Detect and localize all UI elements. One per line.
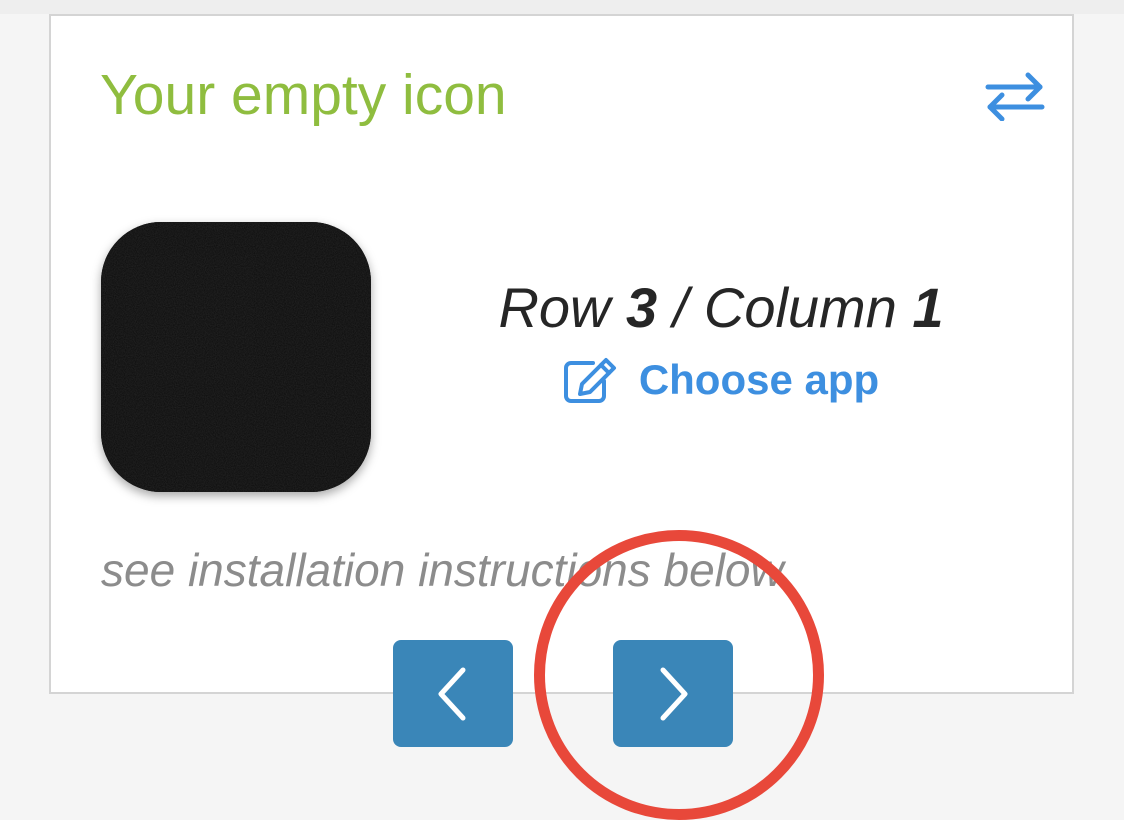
swap-arrows-icon <box>985 72 1045 121</box>
row-label: Row <box>498 276 611 339</box>
empty-icon-preview <box>101 222 371 492</box>
column-label: Column <box>703 276 897 339</box>
swap-button[interactable] <box>981 68 1049 124</box>
grid-position: Row 3 / Column 1 Choose app <box>381 272 1061 410</box>
row-column-label: Row 3 / Column 1 <box>381 272 1061 344</box>
chevron-right-icon <box>660 667 688 720</box>
column-value: 1 <box>912 276 944 339</box>
edit-icon <box>563 358 616 403</box>
next-button[interactable] <box>613 640 733 747</box>
installation-hint: see installation instructions below <box>101 544 784 596</box>
card-title: Your empty icon <box>100 63 507 127</box>
icon-texture <box>101 222 371 492</box>
previous-button[interactable] <box>393 640 513 747</box>
row-value: 3 <box>626 276 658 339</box>
position-separator: / <box>672 276 689 339</box>
chevron-left-icon <box>438 667 466 720</box>
empty-icon-card: Your empty icon Row 3 / Column 1 Choose … <box>49 14 1074 694</box>
top-shade <box>0 0 1124 14</box>
choose-app-label: Choose app <box>638 356 880 403</box>
choose-app-link[interactable]: Choose app <box>563 350 879 410</box>
